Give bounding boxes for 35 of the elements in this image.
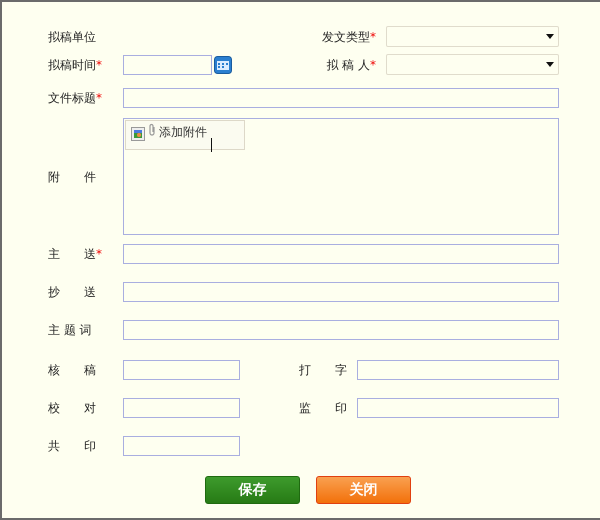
- field-label: 主 送*: [48, 246, 103, 263]
- caret-icon: [546, 34, 554, 39]
- field-label: 文件标题*: [48, 90, 103, 107]
- field-label: 校 对: [48, 400, 97, 417]
- input-field[interactable]: [123, 320, 559, 340]
- image-icon: [131, 127, 145, 141]
- field-label: 抄 送: [48, 284, 97, 301]
- dropdown[interactable]: [386, 26, 559, 47]
- field-label: 共 印: [48, 438, 97, 455]
- field-label: 主 题 词: [48, 322, 93, 339]
- input-field[interactable]: [357, 360, 559, 380]
- close-button[interactable]: 关闭: [316, 476, 411, 504]
- input-field[interactable]: [357, 398, 559, 418]
- input-field[interactable]: [123, 88, 559, 108]
- input-field[interactable]: [123, 398, 240, 418]
- field-label: 发文类型*: [321, 28, 376, 46]
- input-field[interactable]: [123, 244, 559, 264]
- text-cursor: [211, 138, 212, 152]
- paperclip-icon: [147, 123, 157, 137]
- dropdown[interactable]: [386, 54, 559, 75]
- input-field[interactable]: [123, 54, 212, 74]
- input-field[interactable]: [123, 436, 240, 456]
- input-field[interactable]: [123, 360, 240, 380]
- caret-icon: [546, 62, 554, 67]
- save-button[interactable]: 保存: [205, 476, 300, 504]
- add-attachment-button[interactable]: 添加附件: [125, 120, 245, 150]
- field-label: 打 字: [298, 362, 347, 379]
- field-label: 拟稿单位: [48, 28, 97, 46]
- field-label: 监 印: [298, 400, 347, 417]
- calendar-icon[interactable]: [214, 56, 232, 74]
- field-label: 核 稿: [48, 362, 97, 379]
- field-label: 拟 稿 人*: [325, 56, 376, 74]
- input-field[interactable]: [123, 282, 559, 302]
- field-label: 拟稿时间*: [48, 56, 103, 74]
- field-label: 附 件: [48, 168, 97, 186]
